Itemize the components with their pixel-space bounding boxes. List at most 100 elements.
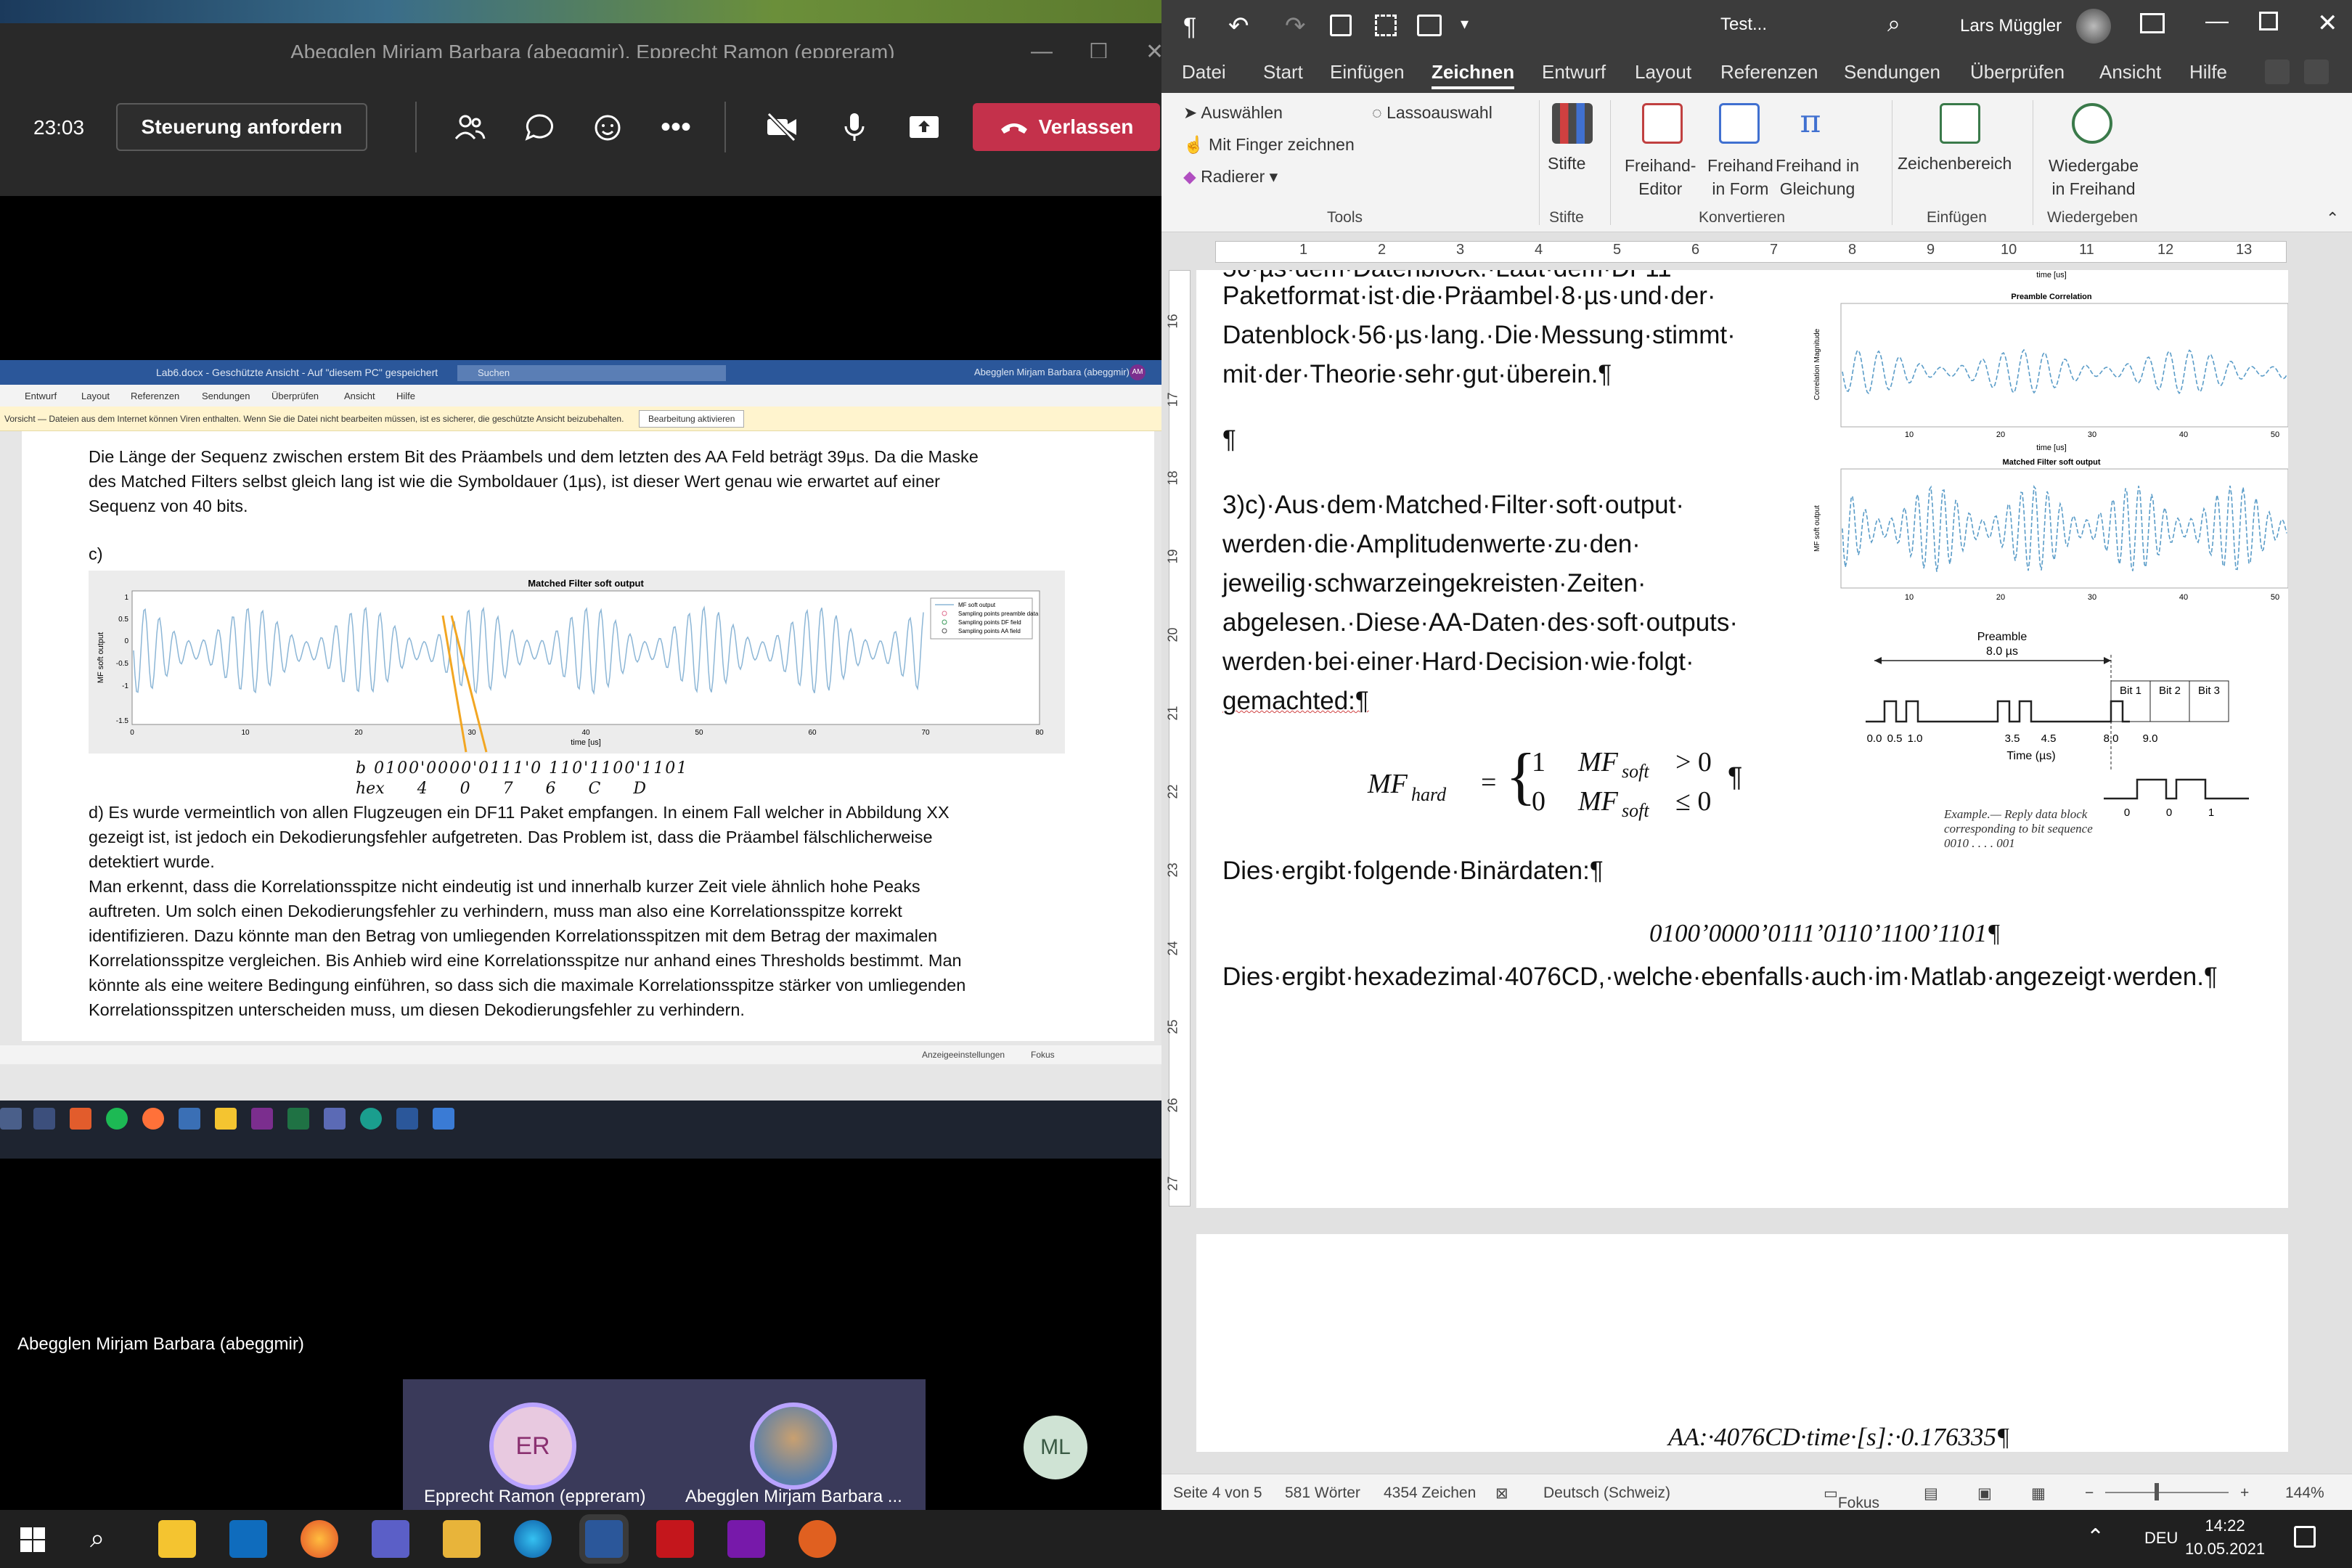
status-words[interactable]: 581 Wörter (1285, 1485, 1360, 1502)
doc-line: Dies·ergibt·folgende·Binärdaten:¶ (1222, 857, 1604, 885)
lasso-tool[interactable]: ◌ Lassoauswahl (1372, 103, 1493, 123)
ribbon-display-icon[interactable] (2140, 13, 2165, 33)
notifications-icon[interactable] (2294, 1526, 2316, 1548)
save-icon[interactable] (1330, 15, 1352, 36)
timing-bit-label: Bit 1 (2120, 685, 2141, 697)
drawing-canvas-label[interactable]: Zeichenbereich (1898, 154, 2012, 173)
pens-icon[interactable] (1552, 103, 1593, 144)
close-icon[interactable]: ✕ (2317, 9, 2338, 38)
tab-entwurf[interactable]: Entwurf (1542, 61, 1606, 83)
zoom-slider[interactable] (2105, 1492, 2229, 1493)
zoom-out-icon[interactable]: − (2085, 1485, 2094, 1502)
minimize-icon[interactable]: — (2205, 7, 2229, 34)
file-explorer-icon[interactable] (158, 1520, 196, 1558)
select-tool[interactable]: ➤ Auswählen (1183, 103, 1283, 123)
read-mode-icon[interactable]: ▤ (1924, 1485, 1938, 1503)
tab-start[interactable]: Start (1263, 61, 1303, 83)
folder-icon[interactable] (443, 1520, 481, 1558)
comments-icon[interactable] (2304, 60, 2329, 84)
ruler-tick: 24 (1165, 941, 1180, 956)
plot-xtick: 10 (241, 729, 250, 737)
doc-line: jeweilig·schwarzeingekreisten·Zeiten· (1222, 569, 1646, 597)
tab-sendungen[interactable]: Sendungen (1844, 61, 1940, 83)
shared-ribbon-menu: Entwurf Layout Referenzen Sendungen Über… (0, 385, 1161, 407)
customize-toolbar-icon[interactable]: ▾ (1461, 15, 1469, 33)
participants-icon[interactable] (450, 107, 489, 147)
onenote-icon[interactable] (727, 1520, 765, 1558)
firefox-icon[interactable] (301, 1520, 338, 1558)
maximize-icon[interactable] (2259, 12, 2278, 30)
tab-hilfe[interactable]: Hilfe (2189, 61, 2227, 83)
leave-button[interactable]: Verlassen (973, 103, 1160, 151)
undo-icon[interactable]: ↶ (1228, 12, 1249, 41)
web-layout-icon[interactable]: ▦ (2031, 1485, 2046, 1503)
ink-to-shape-icon[interactable] (1719, 103, 1760, 144)
collapse-ribbon-icon[interactable]: ⌃ (2326, 209, 2339, 228)
word-icon[interactable] (585, 1520, 623, 1558)
ink-replay-icon[interactable] (2072, 103, 2112, 144)
snipping-tool-icon[interactable] (799, 1520, 836, 1558)
ink-to-shape-label[interactable]: Freihand in Form (1707, 154, 1773, 200)
shared-paragraph-line: gezeigt ist, ist jedoch ein Dekodierungs… (89, 828, 933, 846)
select-area-icon[interactable] (1375, 15, 1397, 36)
reactions-icon[interactable] (588, 107, 627, 147)
edge-icon[interactable] (514, 1520, 552, 1558)
ink-editor-label[interactable]: Freihand- Editor (1625, 154, 1696, 200)
tab-zeichnen[interactable]: Zeichnen (1432, 61, 1515, 89)
zoom-slider-thumb[interactable] (2155, 1483, 2159, 1500)
picture-icon[interactable] (1417, 15, 1442, 36)
ruler-tick: 6 (1691, 242, 1700, 258)
tray-chevron-icon[interactable]: ⌃ (2086, 1524, 2104, 1550)
corr-xtick: 20 (1996, 430, 2005, 439)
camera-off-icon[interactable] (762, 107, 801, 147)
tab-layout[interactable]: Layout (1635, 61, 1691, 83)
hard-decision-equation: MF hard = { 1 MF soft > 0 0 MF soft ≤ 0 … (1368, 742, 1774, 822)
avatar-ml[interactable]: ML (1024, 1416, 1087, 1479)
chat-icon[interactable] (520, 107, 559, 147)
status-chars[interactable]: 4354 Zeichen (1384, 1485, 1476, 1502)
zoom-level[interactable]: 144% (2285, 1485, 2324, 1502)
tab-datei[interactable]: Datei (1182, 61, 1226, 83)
pilcrow-icon[interactable]: ¶ (1183, 13, 1196, 41)
tab-referenzen[interactable]: Referenzen (1720, 61, 1818, 83)
zoom-in-icon[interactable]: + (2240, 1485, 2249, 1502)
request-control-button[interactable]: Steuerung anfordern (116, 103, 367, 151)
input-language[interactable]: DEU (2144, 1529, 2178, 1548)
tab-ansicht[interactable]: Ansicht (2099, 61, 2161, 83)
document-page-2[interactable]: AA:·4076CD·time·[s]:·0.176335¶ (1196, 1234, 2288, 1452)
mf-xtick: 40 (2179, 593, 2188, 602)
avatar-epprecht[interactable]: ER (489, 1402, 576, 1490)
status-focus[interactable]: ▭ Fokus (1824, 1485, 1879, 1510)
status-page[interactable]: Seite 4 von 5 (1173, 1485, 1262, 1502)
finger-draw-tool[interactable]: ☝ Mit Finger zeichnen (1183, 135, 1355, 155)
document-page[interactable]: 56·µs·dem·Datenblock.·Laut·dem·DF11 Pake… (1196, 270, 2288, 1208)
eraser-tool[interactable]: ◆ Radierer ▾ (1183, 167, 1278, 187)
pens-label[interactable]: Stifte (1548, 154, 1585, 173)
drawing-canvas-icon[interactable] (1940, 103, 1980, 144)
ink-to-math-label[interactable]: Freihand in Gleichung (1776, 154, 1859, 200)
teams-icon[interactable] (372, 1520, 409, 1558)
shared-document-area: Die Länge der Sequenz zwischen erstem Bi… (0, 431, 1161, 1159)
share-screen-icon[interactable] (905, 107, 944, 147)
print-layout-icon[interactable]: ▣ (1977, 1485, 1992, 1503)
status-language[interactable]: Deutsch (Schweiz) (1543, 1485, 1670, 1502)
ink-to-math-icon[interactable]: π (1790, 103, 1831, 144)
redo-icon[interactable]: ↷ (1285, 12, 1306, 41)
windows-start-icon[interactable] (20, 1527, 45, 1552)
ruler-tick: 23 (1165, 862, 1180, 878)
tab-ueberpruefen[interactable]: Überprüfen (1970, 61, 2065, 83)
ink-editor-icon[interactable] (1642, 103, 1683, 144)
clock[interactable]: 14:22 10.05.2021 (2185, 1514, 2265, 1561)
user-avatar[interactable] (2076, 9, 2111, 44)
share-icon[interactable] (2265, 60, 2290, 84)
more-options-icon[interactable]: ••• (656, 107, 695, 147)
tab-einfuegen[interactable]: Einfügen (1330, 61, 1405, 83)
search-icon[interactable]: ⌕ (1887, 10, 1900, 38)
ink-replay-label[interactable]: Wiedergabe in Freihand (2049, 154, 2139, 200)
avatar-abegglen[interactable] (750, 1402, 837, 1490)
microphone-icon[interactable] (835, 107, 874, 147)
proofing-icon[interactable]: ⊠ (1495, 1485, 1508, 1503)
outlook-icon[interactable] (229, 1520, 267, 1558)
search-icon[interactable]: ⌕ (90, 1523, 105, 1554)
pdf-icon[interactable] (656, 1520, 694, 1558)
